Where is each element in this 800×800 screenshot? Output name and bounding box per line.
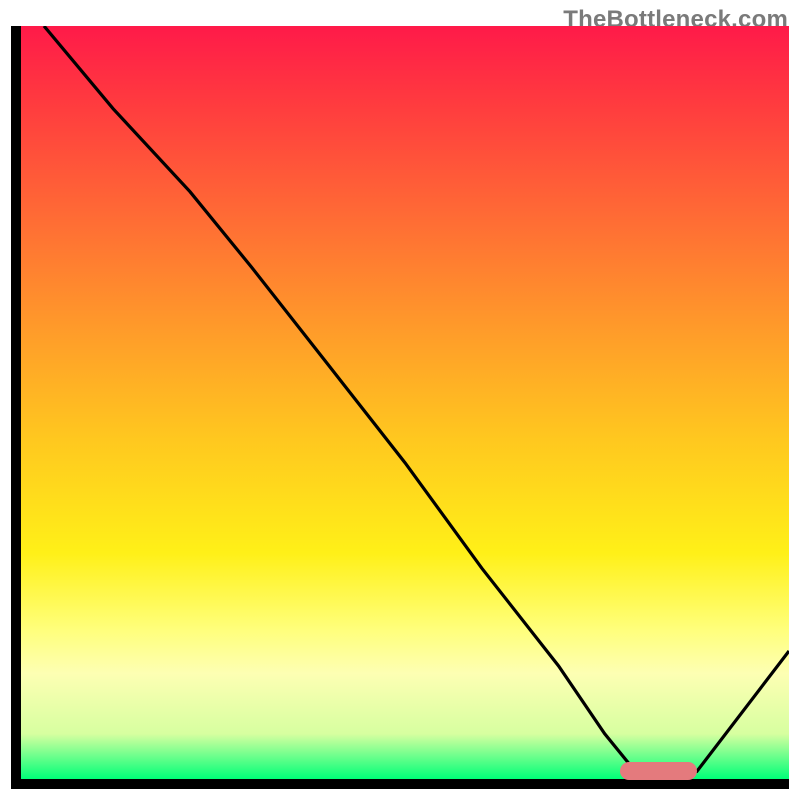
chart-container: TheBottleneck.com — [0, 0, 800, 800]
curve-svg — [21, 26, 789, 779]
bottleneck-curve-path — [44, 26, 789, 779]
target-zone-marker — [620, 762, 697, 780]
plot-area — [11, 26, 789, 789]
